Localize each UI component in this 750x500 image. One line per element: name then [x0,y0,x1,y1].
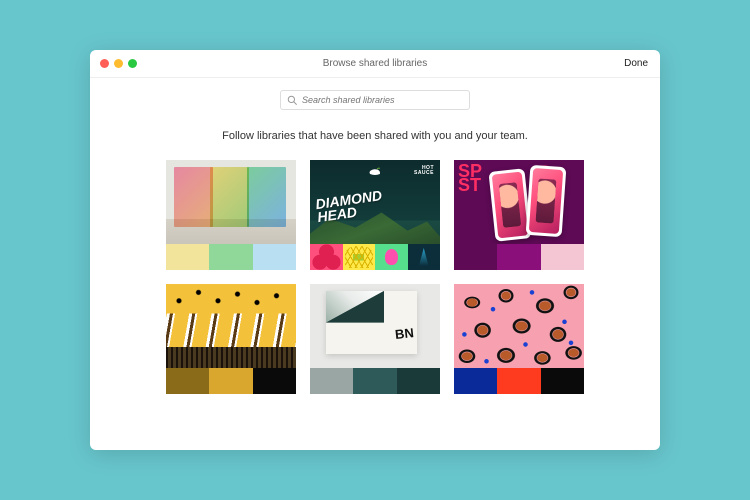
swatch-row [310,368,440,394]
swatch [253,244,296,270]
library-grid: HOTSAUCE DIAMOND HEAD SP ST SP [166,160,584,394]
swatch [397,368,440,394]
swatch [253,368,296,394]
swatch [497,368,540,394]
search-input[interactable] [302,95,463,105]
phone-mockup-icon [526,165,567,237]
titlebar: Browse shared libraries Done [90,50,660,78]
library-card-leopard[interactable] [454,284,584,394]
swatch [454,368,497,394]
library-thumb [454,284,584,368]
search-icon [287,95,297,105]
library-card-diamond-head[interactable]: HOTSAUCE DIAMOND HEAD [310,160,440,270]
traffic-lights [100,59,137,68]
swatch [310,368,353,394]
swatch [541,368,584,394]
swatch [166,368,209,394]
library-card-spst[interactable]: SP ST SP [454,160,584,270]
close-window-button[interactable] [100,59,109,68]
minimize-window-button[interactable] [114,59,123,68]
swatch [541,244,584,270]
graphic-strip [310,244,440,270]
chili-icon [368,164,382,174]
swatch-row [454,368,584,394]
swatch [166,244,209,270]
swatch-row [166,244,296,270]
swatch [353,368,396,394]
swatch [497,244,540,270]
logo-text: BN [394,325,414,342]
library-card-page-curl[interactable]: BN [310,284,440,394]
swatch-row [166,368,296,394]
swatch [209,368,252,394]
swatch [209,244,252,270]
library-thumb [166,284,296,368]
swatch [454,244,497,270]
search-field[interactable] [280,90,470,110]
library-thumb: SP ST SP [454,160,584,244]
library-thumb [166,160,296,244]
library-card-butterfly[interactable] [166,284,296,394]
content-area: Follow libraries that have been shared w… [90,78,660,450]
library-thumb: HOTSAUCE DIAMOND HEAD [310,160,440,270]
library-card-glass-panels[interactable] [166,160,296,270]
window-title: Browse shared libraries [90,58,660,69]
swatch-row [454,244,584,270]
done-button[interactable]: Done [624,58,648,69]
maximize-window-button[interactable] [128,59,137,68]
hot-sauce-label: HOTSAUCE [414,166,434,176]
app-window: Browse shared libraries Done Follow libr… [90,50,660,450]
tagline-text: Follow libraries that have been shared w… [222,130,528,142]
phone-mockup-icon [488,168,531,241]
brand-text: SP ST [458,164,482,193]
library-thumb: BN [310,284,440,368]
